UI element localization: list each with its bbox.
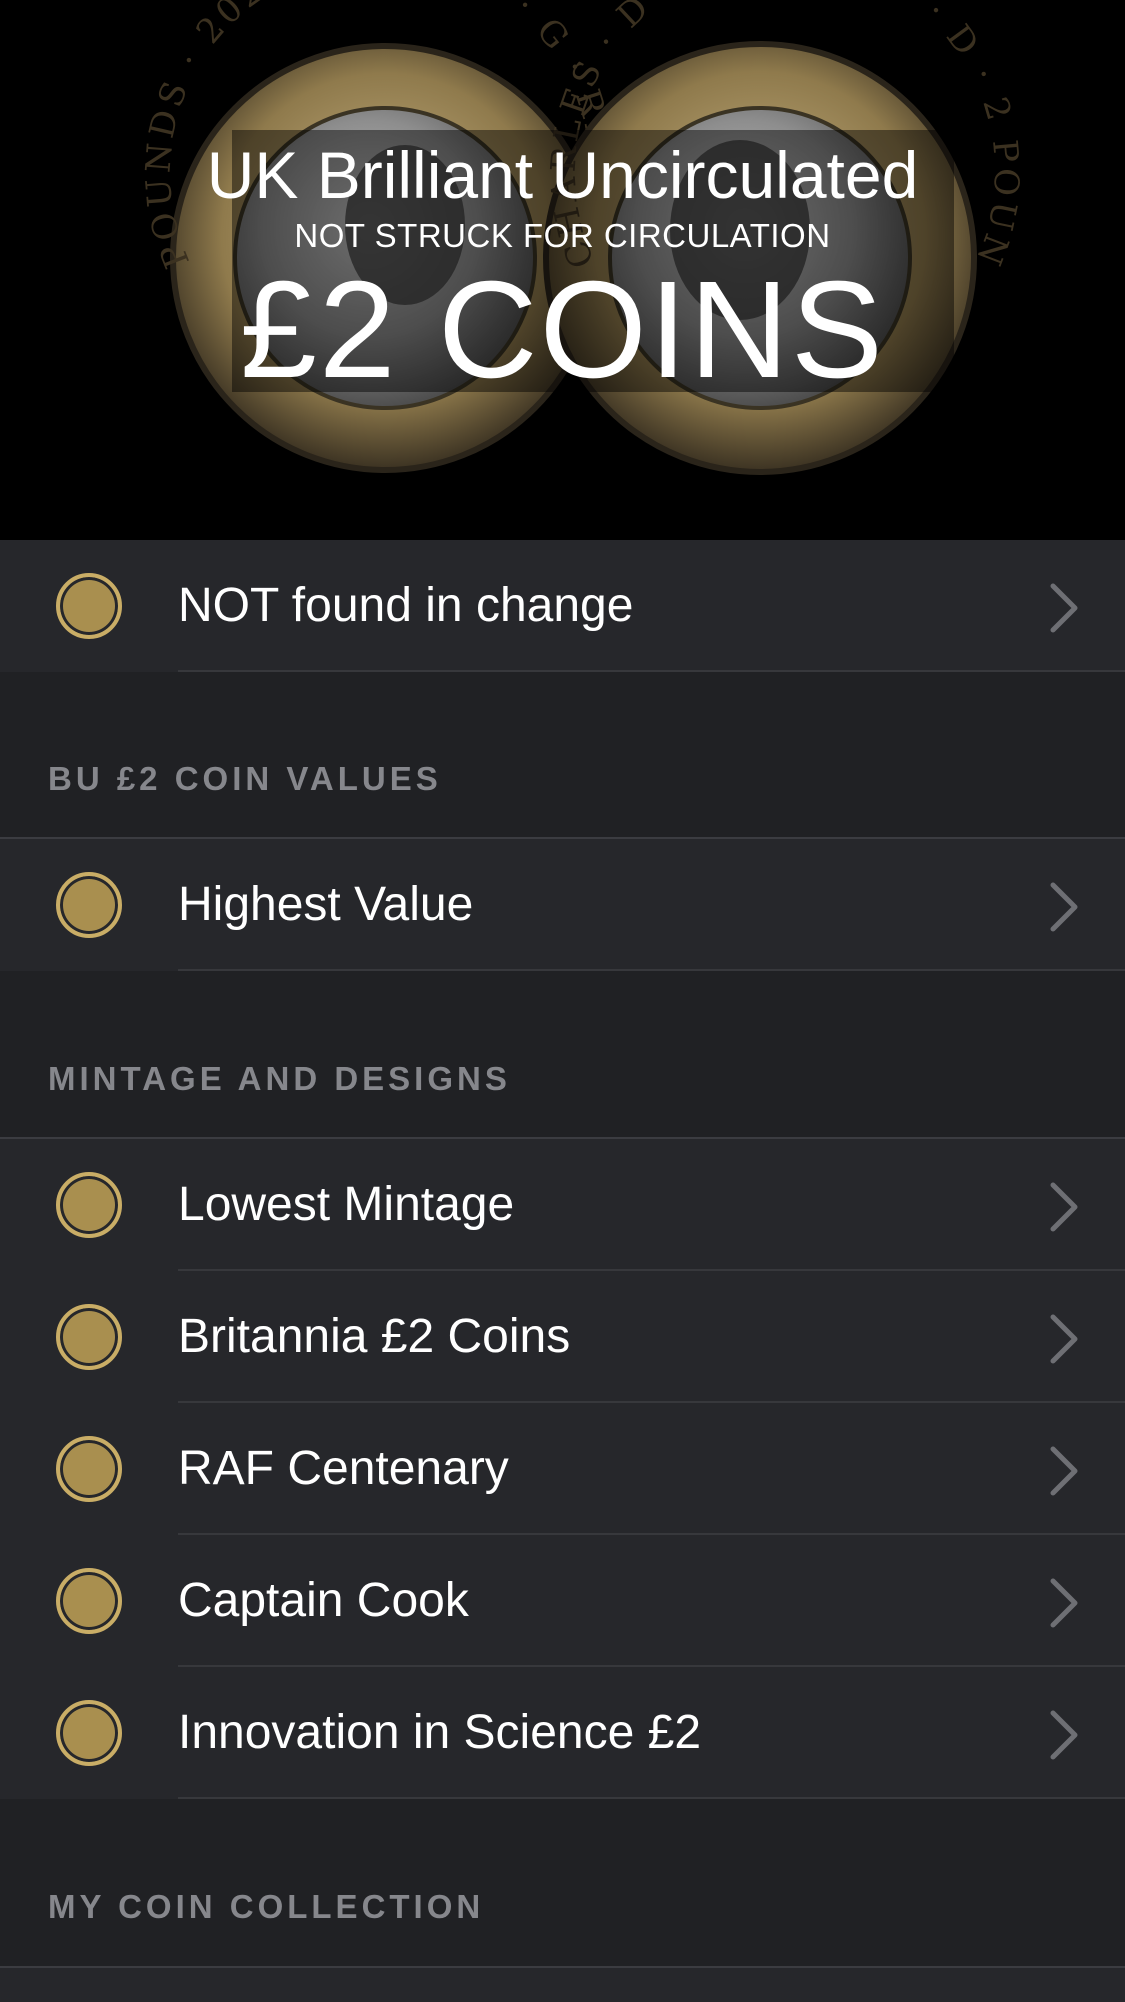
list-item-innovation-in-science[interactable]: Innovation in Science £2 [0,1667,1125,1799]
list-item-label: Captain Cook [178,1574,469,1627]
list-item-not-found-in-change[interactable]: NOT found in change [0,540,1125,672]
list-group-bu-coin-values: Highest Value [0,837,1125,971]
section-header-my-coin-collection: MY COIN COLLECTION [48,1888,485,1925]
section-header-mintage-and-designs: MINTAGE AND DESIGNS [48,1060,511,1097]
list-group-not-in-change: NOT found in change [0,540,1125,672]
coin-icon [56,1568,122,1634]
chevron-right-icon [1050,1578,1078,1628]
row-divider [178,969,1125,971]
list-item-label: Lowest Mintage [178,1178,515,1231]
coin-icon [56,1700,122,1766]
chevron-right-icon [1050,583,1078,633]
list-item-label: Innovation in Science £2 [178,1706,702,1759]
hero-subtitle: NOT STRUCK FOR CIRCULATION [294,217,831,254]
coin-icon [56,1172,122,1238]
list-item-label: NOT found in change [178,579,634,632]
chevron-right-icon [1050,1314,1078,1364]
chevron-right-icon [1050,1182,1078,1232]
hero-banner: POUNDS · 2022 · ELIZ · D · G · REG · F ·… [0,0,1125,540]
list-item-britannia-coins[interactable]: Britannia £2 Coins [0,1271,1125,1403]
list-item-lowest-mintage[interactable]: Lowest Mintage [0,1139,1125,1271]
hero-title: UK Brilliant Uncirculated [206,138,919,212]
chevron-right-icon [1050,882,1078,932]
list-item-label: Highest Value [178,878,474,931]
list-group-mintage-and-designs: Lowest Mintage Britannia £2 Coins RAF Ce… [0,1137,1125,1799]
list-item-highest-value[interactable]: Highest Value [0,839,1125,971]
coin-icon [56,573,122,639]
chevron-right-icon [1050,1710,1078,1760]
chevron-right-icon [1050,1446,1078,1496]
list-item-label: Britannia £2 Coins [178,1310,571,1363]
section-header-bu-coin-values: BU £2 COIN VALUES [48,760,442,797]
coin-icon [56,1436,122,1502]
list-item-label: RAF Centenary [178,1442,509,1495]
list-group-my-coin-collection [0,1966,1125,2002]
list-item-raf-centenary[interactable]: RAF Centenary [0,1403,1125,1535]
coin-icon [56,872,122,938]
row-divider [178,670,1125,672]
hero-heading: £2 COINS [240,253,885,407]
row-divider [178,1797,1125,1799]
list-item-captain-cook[interactable]: Captain Cook [0,1535,1125,1667]
coin-icon [56,1304,122,1370]
